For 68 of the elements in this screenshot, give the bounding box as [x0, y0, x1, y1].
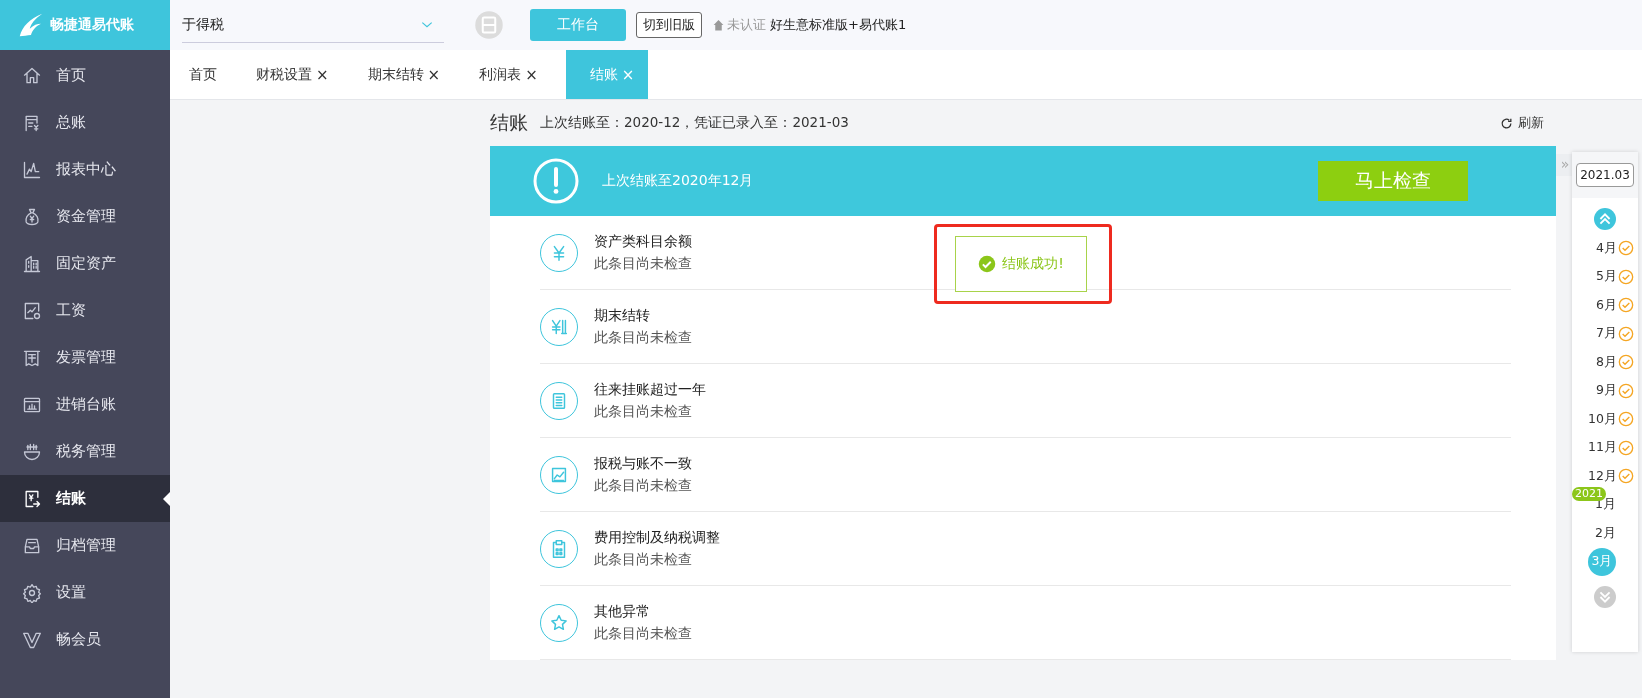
line-chart-icon: [22, 159, 42, 180]
month-item[interactable]: 9月: [1596, 382, 1617, 400]
alert-icon: [532, 157, 580, 205]
edition-text: 好生意标准版+易代账1: [770, 16, 907, 34]
month-item[interactable]: 12月: [1588, 467, 1617, 485]
page-title: 结账: [490, 110, 528, 135]
month-item[interactable]: 4月: [1596, 239, 1617, 257]
month-item[interactable]: 8月: [1596, 353, 1617, 371]
sidebar-item[interactable]: 归档管理: [0, 522, 170, 569]
close-icon[interactable]: ×: [525, 65, 538, 84]
toast-message: 结账成功!: [1002, 255, 1064, 273]
sidebar-item[interactable]: 总账: [0, 99, 170, 146]
period-field[interactable]: 2021.03: [1576, 163, 1634, 187]
check-status: 此条目尚未检查: [594, 624, 692, 643]
company-select[interactable]: 于得税: [182, 7, 444, 43]
check-title: 往来挂账超过一年: [594, 380, 706, 399]
scroll-down-icon: [1594, 586, 1616, 608]
banner-message: 上次结账至2020年12月: [602, 172, 754, 190]
check-status: 此条目尚未检查: [594, 328, 692, 347]
month-item[interactable]: 11月: [1588, 439, 1617, 457]
tab[interactable]: 首页: [178, 50, 228, 99]
month-item[interactable]: 5月: [1596, 268, 1617, 286]
sidebar-item[interactable]: 设置: [0, 569, 170, 616]
tab[interactable]: 利润表 ×: [468, 50, 549, 99]
scroll-up-icon: [1594, 208, 1616, 230]
check-title: 期末结转: [594, 306, 651, 325]
tab[interactable]: 期末结转 ×: [356, 50, 452, 99]
check-circle-icon: [978, 255, 997, 273]
month-item[interactable]: 7月: [1596, 325, 1617, 343]
sidebar-item[interactable]: 畅会员: [0, 616, 170, 663]
month-item[interactable]: 10月: [1588, 410, 1617, 428]
sidebar-item[interactable]: 税务管理: [0, 428, 170, 475]
close-icon[interactable]: ×: [316, 65, 329, 84]
switch-version-button[interactable]: 切到旧版: [636, 12, 702, 38]
sidebar-item[interactable]: 资金管理: [0, 193, 170, 240]
money-bag-icon: [22, 206, 42, 227]
settings-icon: [22, 582, 42, 603]
check-title: 资产类科目余额: [594, 232, 692, 251]
close-icon[interactable]: ×: [427, 65, 441, 84]
sidebar-item[interactable]: 发票管理: [0, 334, 170, 381]
month-item[interactable]: 6月: [1596, 296, 1617, 314]
year-badge: 2021: [1572, 486, 1606, 501]
home-icon: [22, 65, 42, 86]
sidebar-item[interactable]: 首页: [0, 52, 170, 99]
check-title: 费用控制及纳税调整: [594, 528, 720, 547]
badge-icon: [712, 18, 725, 32]
closing-info: 上次结账至：2020-12，凭证已录入至：2021-03: [540, 114, 849, 132]
check-title: 其他异常: [594, 602, 651, 621]
tax-bowl-icon: [22, 441, 42, 462]
tab[interactable]: 财税设置 ×: [245, 50, 340, 99]
calendar-icon: [474, 10, 504, 40]
building-icon: [22, 253, 42, 274]
sidebar-item[interactable]: 进销台账: [0, 381, 170, 428]
sidebar-item[interactable]: 固定资产: [0, 240, 170, 287]
check-status: 此条目尚未检查: [594, 550, 693, 569]
sidebar-item[interactable]: 工资: [0, 287, 170, 334]
company-name: 于得税: [182, 15, 224, 34]
payroll-icon: [22, 300, 42, 321]
month-item[interactable]: 2月: [1595, 524, 1616, 542]
logo-text: 畅捷通易代账: [50, 16, 134, 34]
check-status: 此条目尚未检查: [594, 254, 692, 273]
sidebar-item[interactable]: 报表中心: [0, 146, 170, 193]
check-status: 此条目尚未检查: [594, 402, 693, 421]
check-title: 报税与账不一致: [594, 454, 692, 473]
refresh-icon: [1500, 116, 1513, 130]
check-status: 此条目尚未检查: [594, 476, 692, 495]
sidebar-item[interactable]: 结账: [0, 475, 170, 522]
refresh-button[interactable]: 刷新: [1500, 114, 1544, 132]
